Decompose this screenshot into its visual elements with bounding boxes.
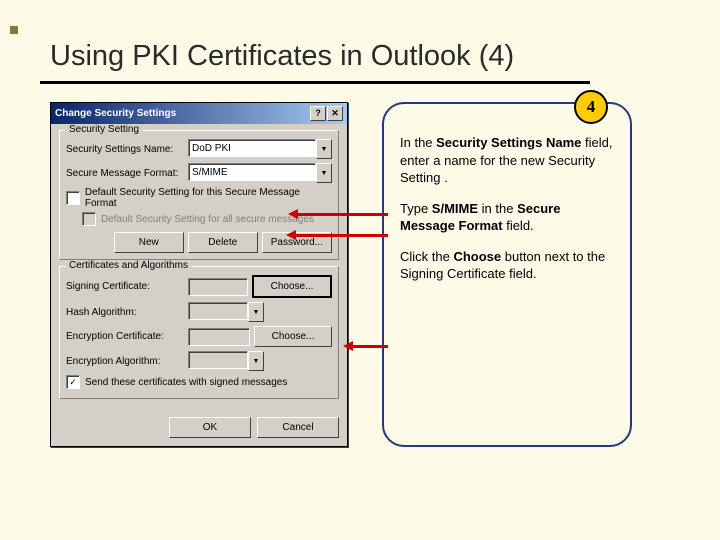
format-dropdown[interactable]: ▼ [316, 163, 332, 183]
security-settings-dialog: Change Security Settings ? ✕ Security Se… [50, 102, 348, 447]
instruction-1: In the Security Settings Name field, ent… [400, 134, 614, 187]
name-label: Security Settings Name: [66, 144, 184, 155]
group2-title: Certificates and Algorithms [66, 260, 191, 271]
enc-alg-label: Encryption Algorithm: [66, 356, 184, 367]
signing-cert-field [188, 278, 248, 296]
instruction-callout: 4 In the Security Settings Name field, e… [382, 102, 632, 447]
name-input[interactable]: DoD PKI [188, 139, 316, 157]
send-certs-label: Send these certificates with signed mess… [85, 377, 287, 388]
slide-title: Using PKI Certificates in Outlook (4) [50, 40, 670, 73]
chevron-down-icon: ▼ [321, 146, 328, 153]
close-button[interactable]: ✕ [327, 106, 343, 121]
default-all-label: Default Security Setting for all secure … [101, 214, 314, 225]
default-format-label: Default Security Setting for this Secure… [85, 187, 332, 209]
signing-cert-label: Signing Certificate: [66, 281, 184, 292]
chevron-down-icon: ▼ [253, 309, 260, 316]
enc-cert-label: Encryption Certificate: [66, 331, 184, 342]
ok-button[interactable]: OK [169, 417, 251, 438]
enc-cert-field [188, 328, 250, 346]
format-input[interactable]: S/MIME [188, 163, 316, 181]
signing-choose-button[interactable]: Choose... [252, 275, 332, 298]
dialog-titlebar: Change Security Settings ? ✕ [51, 103, 347, 124]
chevron-down-icon: ▼ [253, 358, 260, 365]
check-icon: ✓ [69, 378, 77, 387]
title-bullet [10, 26, 18, 34]
default-format-checkbox[interactable] [66, 191, 80, 205]
delete-button[interactable]: Delete [188, 232, 258, 253]
send-certs-checkbox[interactable]: ✓ [66, 375, 80, 389]
chevron-down-icon: ▼ [321, 170, 328, 177]
question-icon: ? [315, 109, 321, 118]
dialog-title: Change Security Settings [55, 108, 176, 119]
instruction-3: Click the Choose button next to the Sign… [400, 248, 614, 283]
enc-alg-field [188, 351, 248, 369]
new-button[interactable]: New [114, 232, 184, 253]
certificates-group: Certificates and Algorithms Signing Cert… [59, 266, 339, 399]
default-all-checkbox [82, 212, 96, 226]
step-badge: 4 [574, 90, 608, 124]
encryption-choose-button[interactable]: Choose... [254, 326, 332, 347]
close-icon: ✕ [331, 109, 339, 118]
name-dropdown[interactable]: ▼ [316, 139, 332, 159]
instruction-2: Type S/MIME in the Secure Message Format… [400, 200, 614, 235]
group1-title: Security Setting [66, 124, 142, 135]
security-setting-group: Security Setting Security Settings Name:… [59, 130, 339, 260]
enc-alg-dropdown[interactable]: ▼ [248, 351, 264, 371]
hash-dropdown[interactable]: ▼ [248, 302, 264, 322]
format-label: Secure Message Format: [66, 168, 184, 179]
hash-label: Hash Algorithm: [66, 307, 184, 318]
cancel-button[interactable]: Cancel [257, 417, 339, 438]
help-button[interactable]: ? [310, 106, 326, 121]
hash-field [188, 302, 248, 320]
title-rule [40, 81, 590, 84]
